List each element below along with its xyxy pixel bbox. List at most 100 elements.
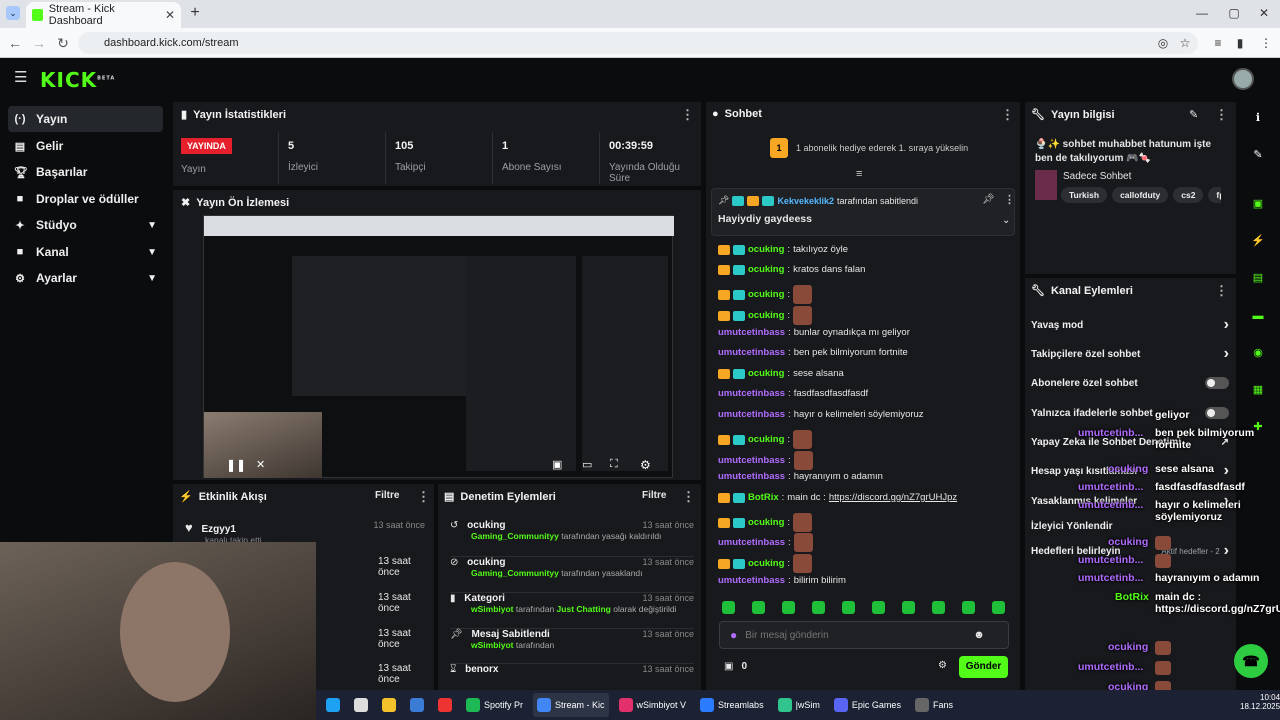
- info-icon[interactable]: ℹ: [1247, 107, 1269, 129]
- maximize-icon[interactable]: ▢: [1224, 4, 1244, 22]
- doc-icon[interactable]: ▤: [1247, 267, 1269, 289]
- taskbar-app[interactable]: Epic Games: [830, 693, 905, 717]
- fullscreen-icon[interactable]: ⛶: [610, 458, 618, 471]
- user-avatar[interactable]: [1232, 68, 1254, 90]
- broadcast-icon[interactable]: ◉: [1247, 342, 1269, 364]
- mod-actor[interactable]: Gaming_Communityy: [471, 568, 559, 578]
- sidebar-item-basarilar[interactable]: 🏆︎ Başarılar: [8, 159, 163, 185]
- chat-input[interactable]: ● ☻: [719, 621, 1009, 649]
- layout-icon[interactable]: ▦: [1247, 379, 1269, 401]
- chat-settings-icon[interactable]: ⚙: [938, 660, 947, 671]
- tag[interactable]: cs2: [1173, 187, 1204, 203]
- channel-action-item[interactable]: Yavaş mod ›: [1031, 315, 1229, 335]
- tab-close-icon[interactable]: ✕: [165, 8, 175, 22]
- preview-toggle-icon[interactable]: ▣: [1247, 193, 1269, 215]
- taskbar-app-icon[interactable]: [406, 693, 428, 717]
- activity-filter-button[interactable]: Filtre: [375, 490, 399, 501]
- tag[interactable]: fps: [1208, 187, 1221, 203]
- browser-tab[interactable]: Stream - Kick Dashboard ✕: [26, 2, 181, 28]
- url-input[interactable]: dashboard.kick.com/stream: [78, 32, 1198, 54]
- emote-button[interactable]: [962, 601, 975, 614]
- chat-username[interactable]: umutcetinbass: [718, 388, 785, 399]
- channel-actions-menu-icon[interactable]: ⋮: [1215, 283, 1228, 299]
- emote-button[interactable]: [782, 601, 795, 614]
- mod-actor[interactable]: wSimbiyot: [471, 604, 514, 614]
- taskbar-app[interactable]: wSimbiyot V: [615, 693, 691, 717]
- emote-button[interactable]: [722, 601, 735, 614]
- browser-menu-icon[interactable]: ⋮: [1258, 35, 1274, 51]
- chat-username[interactable]: umutcetinbass: [718, 409, 785, 420]
- chat-username[interactable]: ocuking: [748, 310, 784, 321]
- new-tab-icon[interactable]: +: [186, 4, 204, 22]
- sidebar-item-studyo[interactable]: ✦ Stüdyo ▼: [8, 212, 163, 238]
- chat-username[interactable]: ocuking: [748, 434, 784, 445]
- sidebar-item-droplar[interactable]: ■ Droplar ve ödüller: [8, 186, 163, 212]
- emote-button[interactable]: [812, 601, 825, 614]
- taskbar-app-icon[interactable]: [350, 693, 372, 717]
- sidebar-item-ayarlar[interactable]: ⚙ Ayarlar ▼: [8, 265, 163, 291]
- chat-username[interactable]: ocuking: [748, 558, 784, 569]
- mic-icon[interactable]: ●: [730, 628, 737, 642]
- emote-button[interactable]: [842, 601, 855, 614]
- taskbar-app[interactable]: Fans: [911, 693, 957, 717]
- chat-username[interactable]: BotRix: [748, 492, 779, 503]
- chat-username[interactable]: ocuking: [748, 264, 784, 275]
- reload-icon[interactable]: ↻: [54, 34, 72, 52]
- chat-link[interactable]: https://discord.gg/nZ7grUHJpz: [829, 492, 957, 503]
- hamburger-menu-icon[interactable]: ☰: [14, 70, 28, 85]
- chat-username[interactable]: umutcetinbass: [718, 537, 785, 548]
- collapse-icon[interactable]: ≡: [856, 168, 862, 180]
- taskbar-app[interactable]: |wSim: [774, 693, 824, 717]
- mod-actor[interactable]: wSimbiyot: [471, 640, 514, 650]
- reading-list-icon[interactable]: ≡: [1210, 35, 1226, 51]
- gift-leaderboard-banner[interactable]: 1 1 abonelik hediye ederek 1. sıraya yük…: [770, 138, 968, 158]
- chat-username[interactable]: ocuking: [748, 244, 784, 255]
- taskbar-app[interactable]: Streamlabs: [696, 693, 768, 717]
- bolt-icon[interactable]: ⚡: [1247, 230, 1269, 252]
- mod-category[interactable]: Just Chatting: [557, 604, 611, 614]
- tag[interactable]: callofduty: [1112, 187, 1169, 203]
- chat-input-field[interactable]: [745, 629, 966, 641]
- taskbar-app[interactable]: Spotify Pr: [462, 693, 527, 717]
- back-icon[interactable]: ←: [6, 34, 24, 52]
- theater-icon[interactable]: ▭: [582, 458, 592, 471]
- category-name[interactable]: Sadece Sohbet: [1063, 171, 1131, 182]
- kick-logo[interactable]: KICKBETA: [40, 68, 115, 92]
- emote-button[interactable]: [752, 601, 765, 614]
- taskbar-app-icon[interactable]: [322, 693, 344, 717]
- taskbar-app[interactable]: Stream - Kic: [533, 693, 609, 717]
- taskbar-app-icon[interactable]: [378, 693, 400, 717]
- pause-icon[interactable]: ❚❚: [226, 458, 246, 472]
- toggle-switch[interactable]: [1205, 377, 1229, 389]
- stream-info-menu-icon[interactable]: ⋮: [1215, 107, 1228, 123]
- emote-button[interactable]: [932, 601, 945, 614]
- clock[interactable]: 10:04 18.12.2025: [1240, 693, 1280, 711]
- points-display[interactable]: ▣ 0: [724, 661, 747, 672]
- category-thumbnail[interactable]: [1035, 170, 1057, 200]
- chat-username[interactable]: umutcetinbass: [718, 347, 785, 358]
- support-chat-icon[interactable]: ☎: [1234, 644, 1268, 678]
- channel-action-item[interactable]: Abonelere özel sohbet: [1031, 373, 1229, 393]
- taskbar-app-icon[interactable]: [434, 693, 456, 717]
- chat-username[interactable]: ocuking: [748, 517, 784, 528]
- moderation-filter-button[interactable]: Filtre: [642, 490, 666, 501]
- tab-search-icon[interactable]: ⌄: [6, 6, 20, 20]
- unpin-icon[interactable]: 📌︎: [982, 194, 995, 205]
- edit-icon[interactable]: ✎: [1189, 108, 1198, 121]
- bookmark-star-icon[interactable]: ☆: [1177, 35, 1193, 51]
- sidebar-item-yayin[interactable]: (·) Yayın: [8, 106, 163, 132]
- close-window-icon[interactable]: ✕: [1254, 4, 1274, 22]
- chat-bubble-icon[interactable]: ▬: [1247, 305, 1269, 327]
- stream-preview-video[interactable]: ❚❚ ✕ ▣ ▭ ⛶ ⚙: [203, 215, 674, 478]
- sidebar-item-gelir[interactable]: ▤ Gelir: [8, 133, 163, 159]
- settings-icon[interactable]: ⚙: [640, 458, 651, 472]
- pencil-icon[interactable]: ✎: [1247, 144, 1269, 166]
- sidebar-item-kanal[interactable]: ■ Kanal ▼: [8, 239, 163, 265]
- pinned-menu-icon[interactable]: ⋮: [1004, 193, 1015, 206]
- eye-off-icon[interactable]: ◎: [1155, 35, 1171, 51]
- stats-menu-icon[interactable]: ⋮: [681, 107, 694, 123]
- send-button[interactable]: Gönder: [959, 656, 1008, 678]
- chevron-down-icon[interactable]: ⌄: [1002, 215, 1010, 226]
- extension-icon[interactable]: ▮: [1232, 35, 1248, 51]
- pip-icon[interactable]: ▣: [552, 458, 562, 471]
